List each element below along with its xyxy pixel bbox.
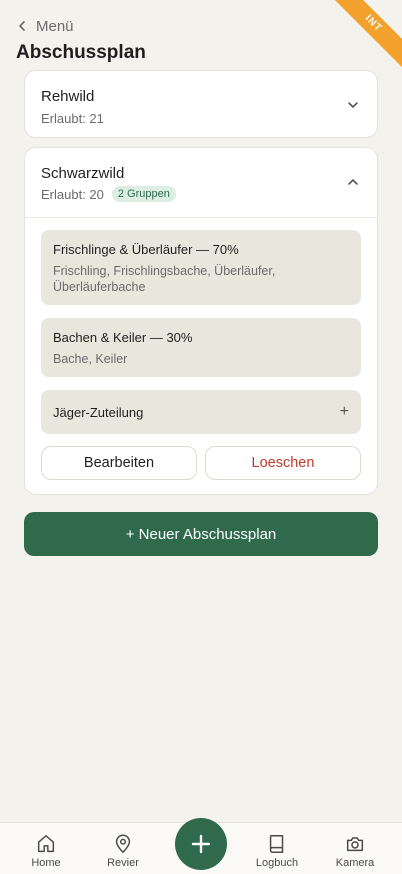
page-title: Abschussplan <box>16 42 146 63</box>
plan-allowed: Erlaubt: 20 <box>41 186 104 202</box>
plan-card-rehwild[interactable]: Rehwild Erlaubt: 21 <box>24 70 378 138</box>
chevron-down-icon[interactable] <box>347 99 359 111</box>
edit-button[interactable]: Bearbeiten <box>41 446 197 480</box>
groups-badge: 2 Gruppen <box>111 186 176 202</box>
assignment-label: Jäger-Zuteilung <box>53 404 144 420</box>
plan-title: Schwarzwild <box>41 165 125 182</box>
group-item[interactable]: Frischlinge & Überläufer — 70% Frischlin… <box>41 230 361 305</box>
hunter-assignment-row[interactable]: Jäger-Zuteilung + <box>41 390 361 434</box>
plan-allowed-row: Erlaubt: 20 2 Gruppen <box>41 186 176 202</box>
group-title: Bachen & Keiler — 30% <box>53 330 193 345</box>
chevron-left-icon <box>19 21 25 31</box>
nav-logbuch[interactable]: Logbuch <box>242 833 312 869</box>
nav-home[interactable]: Home <box>11 833 81 869</box>
nav-kamera[interactable]: Kamera <box>320 833 390 869</box>
delete-button[interactable]: Loeschen <box>205 446 361 480</box>
group-members: Frischling, Frischlingsbache, Überläufer… <box>53 264 276 294</box>
plan-allowed: Erlaubt: 21 <box>41 111 104 126</box>
divider <box>25 217 377 218</box>
chevron-up-icon[interactable] <box>347 176 359 188</box>
plan-card-schwarzwild: Schwarzwild Erlaubt: 20 2 Gruppen Frisch… <box>24 147 378 495</box>
nav-revier[interactable]: Revier <box>88 833 158 869</box>
plus-icon <box>191 834 211 854</box>
new-plan-button[interactable]: + Neuer Abschussplan <box>24 512 378 556</box>
location-pin-icon <box>115 834 131 853</box>
home-icon <box>37 835 55 853</box>
env-ribbon-label: INT <box>327 0 402 70</box>
add-fab-button[interactable] <box>175 818 227 870</box>
back-button[interactable]: Menü <box>16 16 74 36</box>
group-members: Bache, Keiler <box>53 352 128 366</box>
book-icon <box>269 835 284 853</box>
back-label: Menü <box>36 17 74 35</box>
group-item[interactable]: Bachen & Keiler — 30% Bache, Keiler <box>41 318 361 377</box>
camera-icon <box>346 837 364 852</box>
env-ribbon: INT <box>322 0 402 80</box>
plan-title: Rehwild <box>41 88 95 105</box>
group-title: Frischlinge & Überläufer — 70% <box>53 242 239 257</box>
plan-actions: Bearbeiten Loeschen <box>41 446 361 480</box>
plus-icon: + <box>339 403 349 420</box>
